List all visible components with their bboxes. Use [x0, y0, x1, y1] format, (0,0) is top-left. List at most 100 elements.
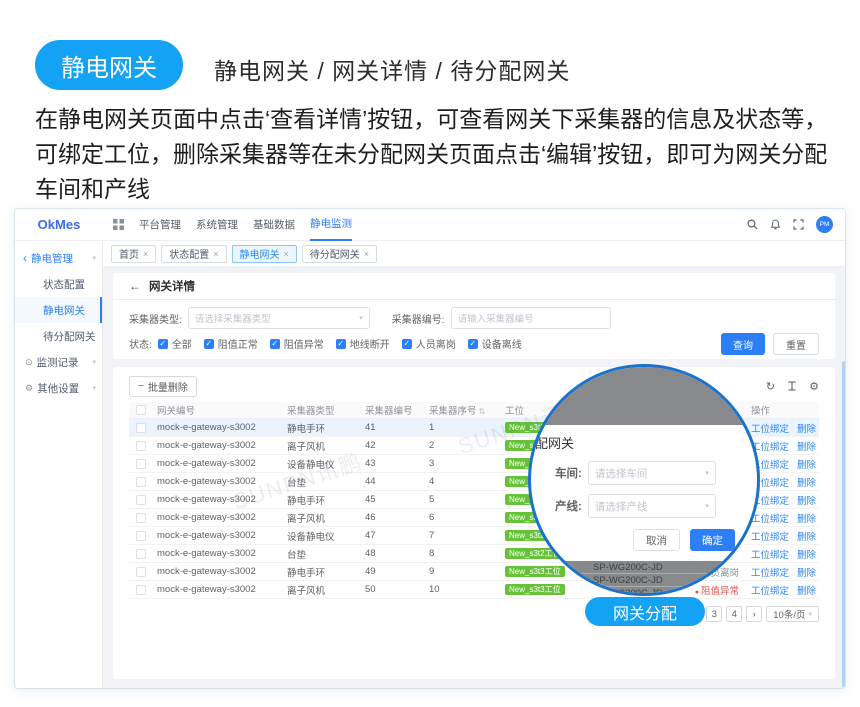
navbar-item[interactable]: 基础数据: [253, 209, 295, 241]
apps-grid-icon[interactable]: [113, 219, 124, 230]
sidebar-item-icon: ⊙: [25, 357, 33, 368]
confirm-button[interactable]: 确定: [690, 529, 735, 551]
close-icon[interactable]: ×: [143, 249, 148, 259]
tab-label: 状态配置: [169, 246, 209, 261]
delete-link[interactable]: 删除: [797, 565, 816, 579]
page-tab[interactable]: 待分配网关 ×: [302, 245, 377, 263]
select-placeholder: 请选择产线: [595, 499, 648, 514]
row-checkbox[interactable]: [136, 585, 146, 595]
status-checkbox[interactable]: ✓ 阻值异常: [270, 336, 324, 351]
sidebar-item-icon: ⚙: [25, 383, 33, 394]
sidebar-app-label: 静电管理: [31, 251, 73, 266]
bind-station-link[interactable]: 工位绑定: [751, 547, 789, 561]
cell-seq: 8: [425, 548, 501, 559]
delete-link[interactable]: 删除: [797, 511, 816, 525]
delete-link[interactable]: 删除: [797, 457, 816, 471]
row-checkbox[interactable]: [136, 441, 146, 451]
gateway-detail-card: ← 网关详情 采集器类型: 请选择采集器类型 ▾ 采集器编号: 请输入采集器编: [113, 273, 835, 359]
status-checkbox[interactable]: ✓ 地线断开: [336, 336, 390, 351]
back-arrow-icon[interactable]: ←: [129, 279, 141, 293]
row-checkbox[interactable]: [136, 549, 146, 559]
modal-overlay-top: [531, 367, 757, 425]
col-action: 操作: [747, 403, 819, 417]
cell-code: 46: [361, 512, 425, 523]
delete-link[interactable]: 删除: [797, 475, 816, 489]
row-checkbox[interactable]: [136, 513, 146, 523]
cell-gateway: mock-e-gateway-s3002: [153, 458, 283, 469]
search-button[interactable]: 查询: [721, 333, 765, 355]
page-tab[interactable]: 首页 ×: [111, 245, 156, 263]
status-checkbox[interactable]: ✓ 阻值正常: [204, 336, 258, 351]
delete-link[interactable]: 删除: [797, 421, 816, 435]
search-icon[interactable]: [747, 219, 758, 230]
navbar-item[interactable]: 静电监测: [310, 209, 352, 241]
page-tab[interactable]: 状态配置 ×: [161, 245, 226, 263]
close-icon[interactable]: ×: [213, 249, 218, 259]
sidebar-item[interactable]: 状态配置: [15, 271, 102, 297]
page: 静电网关 静电网关 / 网关详情 / 待分配网关 在静电网关页面中点击‘查看详情…: [0, 0, 860, 707]
sidebar-app-title[interactable]: ‹ 静电管理 ▾: [15, 245, 102, 271]
status-checkbox[interactable]: ✓ 设备离线: [468, 336, 522, 351]
row-checkbox[interactable]: [136, 567, 146, 577]
delete-link[interactable]: 删除: [797, 547, 816, 561]
close-icon[interactable]: ×: [364, 249, 369, 259]
sidebar-item-label: 静电网关: [43, 303, 85, 318]
row-checkbox[interactable]: [136, 423, 146, 433]
app-logo[interactable]: OkMes: [15, 209, 103, 240]
sidebar-item[interactable]: 待分配网关: [15, 323, 102, 349]
line-label: 产线:: [555, 498, 582, 514]
fullscreen-icon[interactable]: [793, 219, 804, 230]
bulk-delete-button[interactable]: − 批量删除: [129, 376, 197, 397]
delete-link[interactable]: 删除: [797, 493, 816, 507]
bind-station-link[interactable]: 工位绑定: [751, 439, 789, 453]
line-select[interactable]: 请选择产线 ▾: [588, 494, 716, 518]
workshop-select[interactable]: 请选择车间 ▾: [588, 461, 716, 485]
next-page-button[interactable]: ›: [746, 606, 762, 622]
sort-icon[interactable]: ⇅: [479, 407, 486, 416]
sidebar-item[interactable]: ⚙ 其他设置 ▾: [15, 375, 102, 401]
navbar-item[interactable]: 平台管理: [139, 209, 181, 241]
delete-link[interactable]: 删除: [797, 583, 816, 597]
page-size-select[interactable]: 10条/页 ▾: [766, 606, 819, 622]
row-checkbox[interactable]: [136, 477, 146, 487]
refresh-icon[interactable]: ↻: [766, 380, 775, 393]
cell-gateway: mock-e-gateway-s3002: [153, 476, 283, 487]
row-checkbox[interactable]: [136, 531, 146, 541]
row-checkbox[interactable]: [136, 459, 146, 469]
chevron-down-icon: ▾: [92, 358, 96, 366]
select-all-checkbox[interactable]: [136, 405, 146, 415]
bell-icon[interactable]: [770, 219, 781, 230]
sidebar-item[interactable]: 静电网关: [15, 297, 102, 323]
modal-overlay-bottom: SP-WG200C-JD SP-WG200C-JD SP-WG200C-JD: [531, 561, 757, 596]
background-gateway-row: SP-WG200C-JD: [531, 574, 757, 587]
row-checkbox[interactable]: [136, 495, 146, 505]
user-avatar[interactable]: PM: [816, 216, 833, 233]
status-checkbox-group: ✓ 全部 ✓ 阻值正常: [158, 336, 522, 351]
select-placeholder: 请选择采集器类型: [195, 311, 271, 325]
checkbox-label: 全部: [172, 336, 192, 351]
collector-code-input[interactable]: 请输入采集器编号: [451, 307, 611, 329]
callout-pill: 网关分配: [585, 597, 705, 626]
table-settings-gear-icon[interactable]: ⚙: [809, 380, 819, 393]
reset-button[interactable]: 重置: [773, 333, 819, 355]
delete-link[interactable]: 删除: [797, 439, 816, 453]
sidebar-item[interactable]: ⊙ 监测记录 ▾: [15, 349, 102, 375]
delete-link[interactable]: 删除: [797, 529, 816, 543]
page-tab[interactable]: 静电网关 ×: [232, 245, 297, 263]
page-number-button[interactable]: 4: [726, 606, 742, 622]
page-number-button[interactable]: 3: [706, 606, 722, 622]
workshop-field-row: 车间: 请选择车间 ▾: [555, 461, 716, 485]
status-checkbox[interactable]: ✓ 全部: [158, 336, 192, 351]
close-icon[interactable]: ×: [284, 249, 289, 259]
bind-station-link[interactable]: 工位绑定: [751, 529, 789, 543]
cell-code: 47: [361, 530, 425, 541]
col-seq: 采集器序号⇅: [425, 403, 501, 417]
scrollbar-strip[interactable]: [842, 361, 845, 687]
status-checkbox[interactable]: ✓ 人员离岗: [402, 336, 456, 351]
background-gateway-row: SP-WG200C-JD: [531, 561, 757, 574]
collector-type-select[interactable]: 请选择采集器类型 ▾: [188, 307, 370, 329]
cancel-button[interactable]: 取消: [633, 529, 680, 551]
column-density-icon[interactable]: [787, 381, 797, 391]
bind-station-link[interactable]: 工位绑定: [751, 511, 789, 525]
navbar-item[interactable]: 系统管理: [196, 209, 238, 241]
